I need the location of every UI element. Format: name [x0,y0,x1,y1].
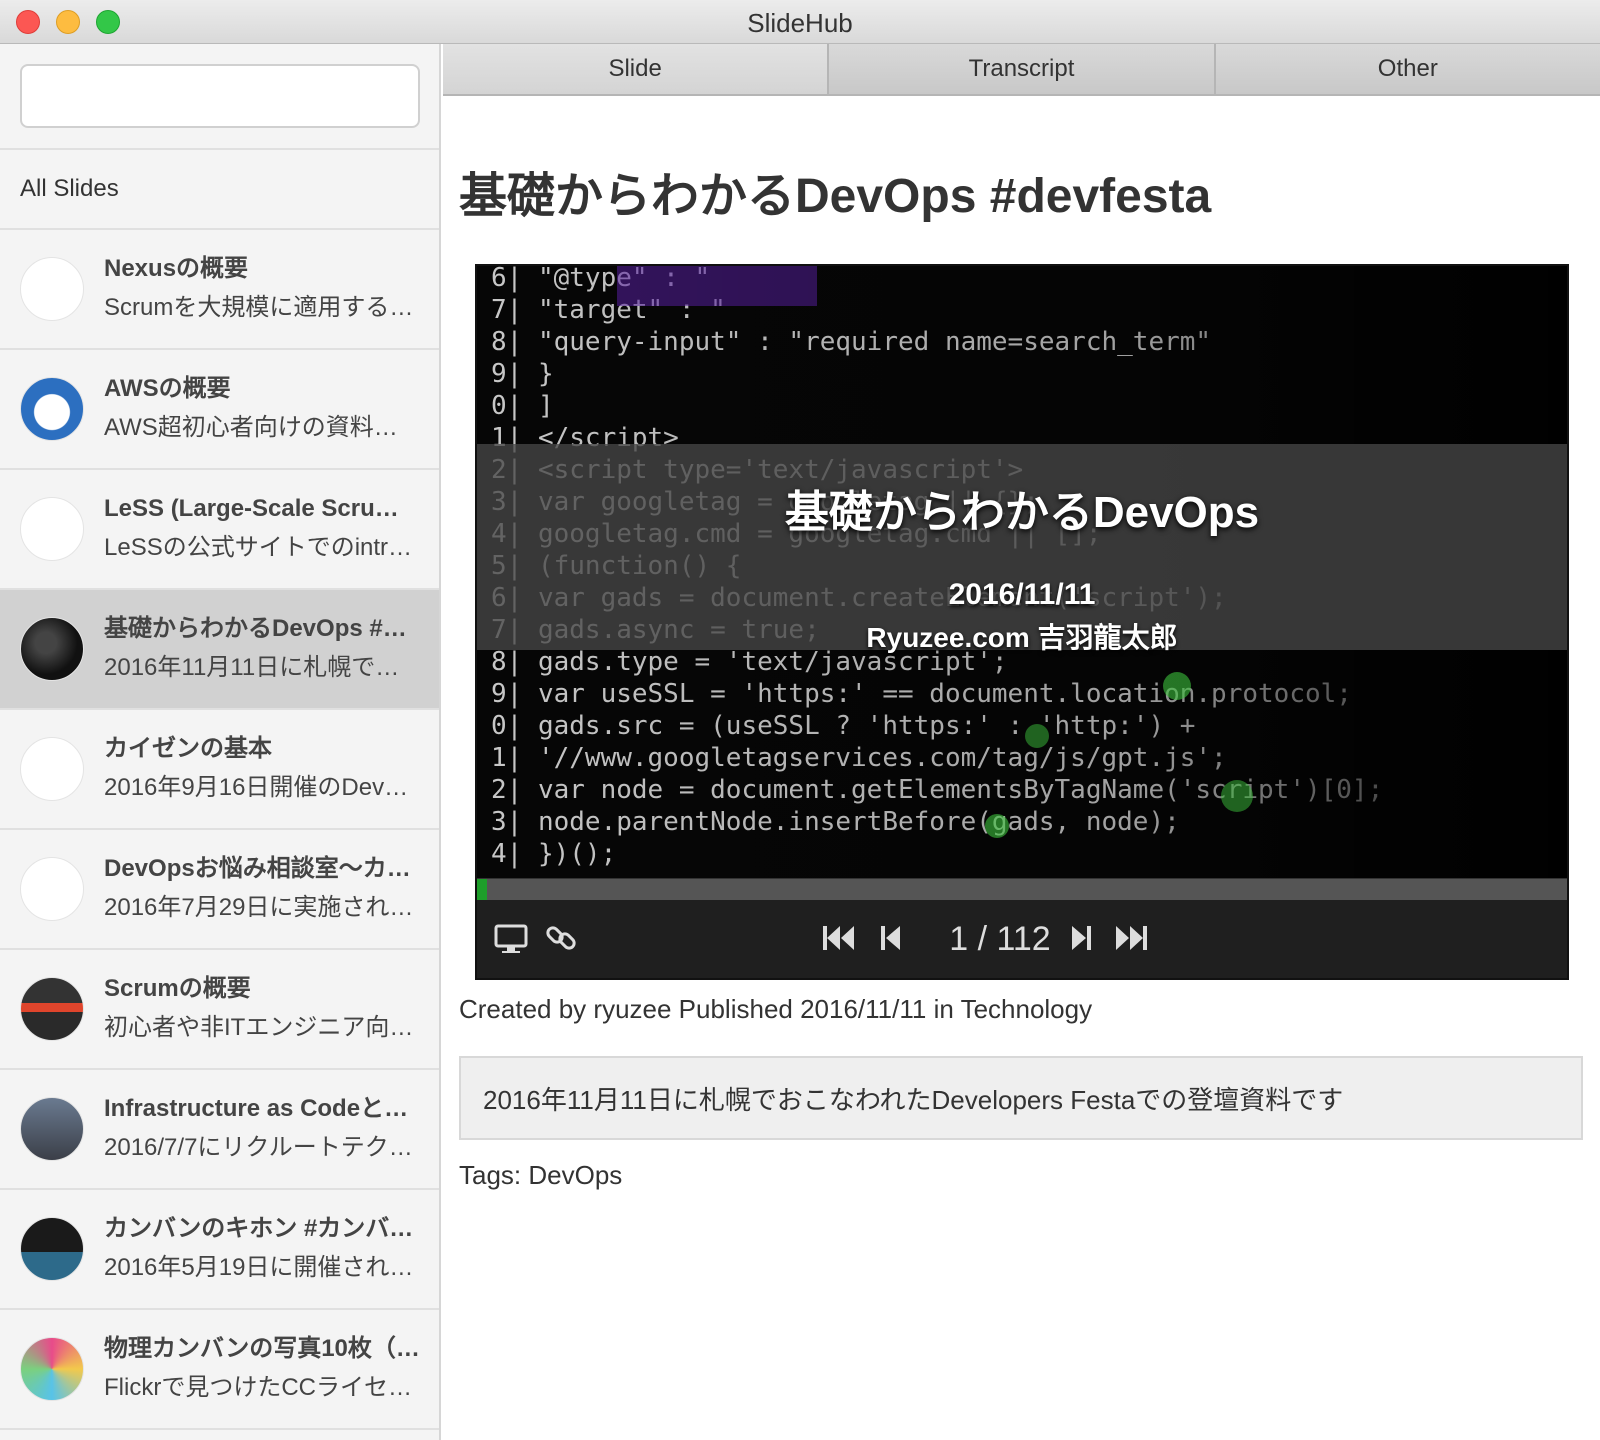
slide-date-text: 2016/11/11 [948,578,1096,611]
slide-list-item-title: 物理カンバンの写真10枚（… [104,1335,420,1362]
slide-list-item-text: Infrastructure as Codeと… 2016/7/7にリクルートテク… [104,1092,421,1164]
slide-list-item-description: 2016年7月29日に実施され… [104,894,414,921]
slide-thumbnail [20,857,84,921]
all-slides-label: All Slides [20,175,119,202]
slide-thumbnail [20,977,84,1041]
slide-list-item-title: 基礎からわかるDevOps #… [104,615,407,642]
slide-list-item-text: カンバンのキホン #カンバ… 2016年5月19日に開催され… [104,1212,421,1284]
slide-list-item-description: AWS超初心者向けの資料… [104,414,398,441]
slide-thumbnail [20,497,84,561]
previous-page-icon[interactable] [879,920,903,966]
slide-title-text: 基礎からわかるDevOps [784,488,1260,537]
slide-list-item-title: カンバンのキホン #カンバ… [104,1215,414,1242]
slide-thumbnail [20,1217,84,1281]
window-title: SlideHub [747,8,853,38]
page-counter: 1 / 112 [949,920,1051,958]
main-pane: Slide Transcript Other 基礎からわかるDevOps #de… [443,44,1600,1440]
tab-transcript-label: Transcript [968,55,1075,82]
slide-thumbnail [20,377,84,441]
slide-list: Nexusの概要 Scrumを大規模に適用する… AWSの概要 AWS超初心者向けの資… [0,230,439,1430]
tags: Tags: DevOps [459,1160,623,1190]
slide-list-item[interactable]: 物理カンバンの写真10枚（… Flickrで見つけたCCライセ… [0,1310,439,1430]
slide-progress-fill [477,879,487,900]
tab-other-label: Other [1377,55,1438,82]
slide-list-item[interactable]: Scrumの概要初心者や非ITエンジニア向… [0,950,439,1070]
slide-player: 6| "@type" : " 7| "target" : " 8| "query… [475,264,1569,980]
slide-list-item[interactable]: LeSS (Large-Scale Scru… LeSSの公式サイトでのintr… [0,470,439,590]
slide-list-item-text: 基礎からわかるDevOps #… 2016年11月11日に札幌で… [104,612,421,684]
title-bar: SlideHub [0,0,1600,44]
slide-list-item-title: AWSの概要 [104,375,231,402]
slide-list-item-description: Scrumを大規模に適用する… [104,294,414,321]
slide-list-item-title: DevOpsお悩み相談室〜カ… [104,855,411,882]
search-area [0,44,439,150]
slide-progress-bar[interactable] [477,878,1567,900]
tab-bar: Slide Transcript Other [443,44,1600,96]
last-page-icon[interactable] [1113,920,1149,966]
sidebar: All Slides Nexusの概要 Scrumを大規模に適用する… AWSの概要… [0,44,441,1440]
slide-list-item-description: 2016年5月19日に開催され… [104,1254,414,1281]
monitor-icon[interactable] [493,920,529,966]
app-window: SlideHub All Slides Nexusの概要 Scrumを大規模に適用… [0,0,1600,1440]
slide-thumbnail [20,617,84,681]
slide-thumbnail [20,1097,84,1161]
description-text: 2016年11月11日に札幌でおこなわれたDevelopers Festaでの登… [483,1084,1344,1115]
slide-list-item-title: Infrastructure as Codeと… [104,1095,409,1122]
slide-thumbnail [20,257,84,321]
slide-list-item-title: Scrumの概要 [104,975,251,1002]
description-box: 2016年11月11日に札幌でおこなわれたDevelopers Festaでの登… [459,1056,1583,1140]
slide-meta: Created by ryuzee Published 2016/11/11 i… [459,994,1093,1024]
slide-list-item-title: カイゼンの基本 [104,735,272,762]
slide-list-item-text: Nexusの概要 Scrumを大規模に適用する… [104,252,421,324]
slide-list-item-text: AWSの概要 AWS超初心者向けの資料… [104,372,421,444]
slide-list-item-text: LeSS (Large-Scale Scru… LeSSの公式サイトでのintr… [104,492,421,564]
slide-list-item[interactable]: カンバンのキホン #カンバ… 2016年5月19日に開催され… [0,1190,439,1310]
slide-list-item[interactable]: Nexusの概要 Scrumを大規模に適用する… [0,230,439,350]
next-page-icon[interactable] [1069,920,1093,966]
slide-list-item-text: 物理カンバンの写真10枚（… Flickrで見つけたCCライセ… [104,1332,421,1404]
tab-other[interactable]: Other [1216,44,1600,94]
slide-thumbnail [20,1337,84,1401]
slide-list-item-description: Flickrで見つけたCCライセ… [104,1374,412,1401]
tab-transcript[interactable]: Transcript [829,44,1216,94]
slide-list-item[interactable]: 基礎からわかるDevOps #… 2016年11月11日に札幌で… [0,590,439,710]
first-page-icon[interactable] [821,920,857,966]
slide-list-item-title: Nexusの概要 [104,255,249,282]
slide-list-item[interactable]: カイゼンの基本 2016年9月16日開催のDev… [0,710,439,830]
link-icon[interactable] [543,920,579,966]
slide-author-text: Ryuzee.com 吉羽龍太郎 [866,622,1178,653]
slide-list-item[interactable]: AWSの概要 AWS超初心者向けの資料… [0,350,439,470]
slide-list-item-title: LeSS (Large-Scale Scru… [104,495,399,522]
slide-list-item-description: 2016/7/7にリクルートテク… [104,1134,413,1161]
tab-slide-label: Slide [608,55,662,82]
slide-list-item-text: Scrumの概要初心者や非ITエンジニア向… [104,972,421,1044]
slide-list-item[interactable]: DevOpsお悩み相談室〜カ… 2016年7月29日に実施され… [0,830,439,950]
slide-list-item-text: カイゼンの基本 2016年9月16日開催のDev… [104,732,421,804]
slide-list-item-description: LeSSの公式サイトでのintr… [104,534,413,561]
page-title: 基礎からわかるDevOps #devfesta [459,170,1212,223]
slide-list-item-description: 2016年11月11日に札幌で… [104,654,400,681]
slide-view[interactable]: 6| "@type" : " 7| "target" : " 8| "query… [477,266,1567,878]
player-controls: 1 / 112 [477,900,1567,978]
search-input[interactable] [20,64,420,128]
tab-slide[interactable]: Slide [443,44,830,94]
slide-list-item-description: 2016年9月16日開催のDev… [104,774,409,801]
slide-list-item-text: DevOpsお悩み相談室〜カ… 2016年7月29日に実施され… [104,852,421,924]
slide-thumbnail [20,737,84,801]
slide-list-item-description: 初心者や非ITエンジニア向… [104,1014,414,1041]
slide-list-item[interactable]: Infrastructure as Codeと… 2016/7/7にリクルートテク… [0,1070,439,1190]
all-slides-item[interactable]: All Slides [0,150,439,230]
